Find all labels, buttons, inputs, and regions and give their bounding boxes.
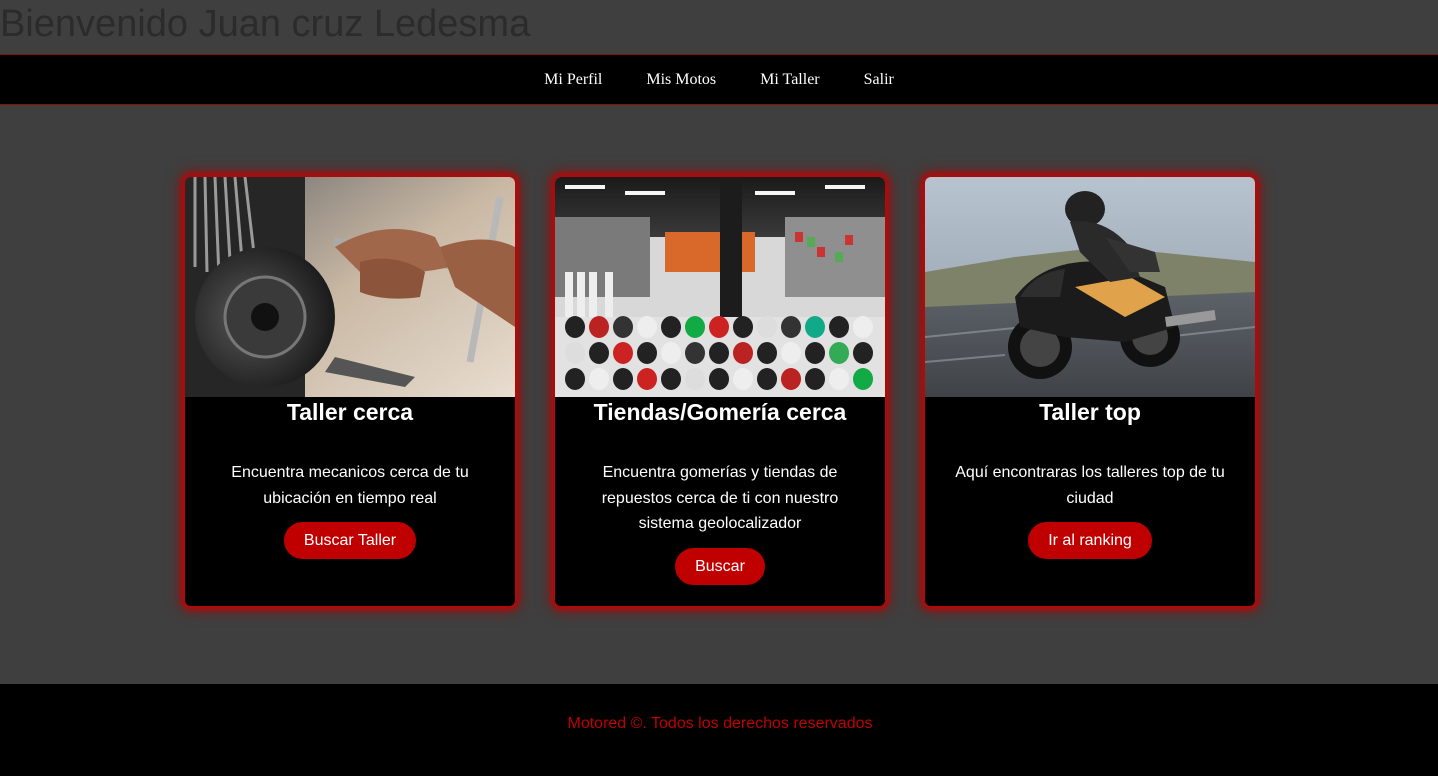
page-footer: Motored ©. Todos los derechos reservados bbox=[0, 684, 1438, 776]
nav-link-mi-perfil[interactable]: Mi Perfil bbox=[544, 71, 602, 89]
footer-copyright: Motored ©. Todos los derechos reservados bbox=[567, 715, 873, 732]
card-description: Aquí encontraras los talleres top de tu … bbox=[955, 464, 1225, 507]
card-description: Encuentra mecanicos cerca de tu ubicació… bbox=[231, 464, 469, 507]
buscar-button[interactable]: Buscar bbox=[675, 547, 765, 585]
card-title: Taller top bbox=[1039, 399, 1141, 425]
nav-link-mi-taller[interactable]: Mi Taller bbox=[760, 71, 819, 89]
card-taller-top: Taller top Aquí encontraras los talleres… bbox=[925, 177, 1255, 606]
welcome-title: Bienvenido Juan cruz Ledesma bbox=[0, 3, 531, 45]
card-tiendas-gomeria: Tiendas/Gomería cerca Encuentra gomerías… bbox=[555, 177, 885, 606]
ir-al-ranking-button[interactable]: Ir al ranking bbox=[1028, 522, 1152, 559]
rider-on-sport-motorcycle-image bbox=[925, 177, 1255, 397]
card-title: Taller cerca bbox=[286, 399, 414, 425]
card-description: Encuentra gomerías y tiendas de repuesto… bbox=[601, 464, 839, 532]
nav-link-mis-motos[interactable]: Mis Motos bbox=[646, 71, 716, 89]
nav-link-salir[interactable]: Salir bbox=[864, 71, 894, 89]
mechanic-repairing-motorcycle-image bbox=[185, 177, 515, 397]
card-title: Tiendas/Gomería cerca bbox=[593, 399, 847, 425]
helmet-store-interior-image bbox=[555, 177, 885, 397]
card-taller-cerca: Taller cerca Encuentra mecanicos cerca d… bbox=[185, 177, 515, 606]
buscar-taller-button[interactable]: Buscar Taller bbox=[283, 522, 417, 559]
main-navbar: Mi Perfil Mis Motos Mi Taller Salir bbox=[0, 54, 1438, 105]
